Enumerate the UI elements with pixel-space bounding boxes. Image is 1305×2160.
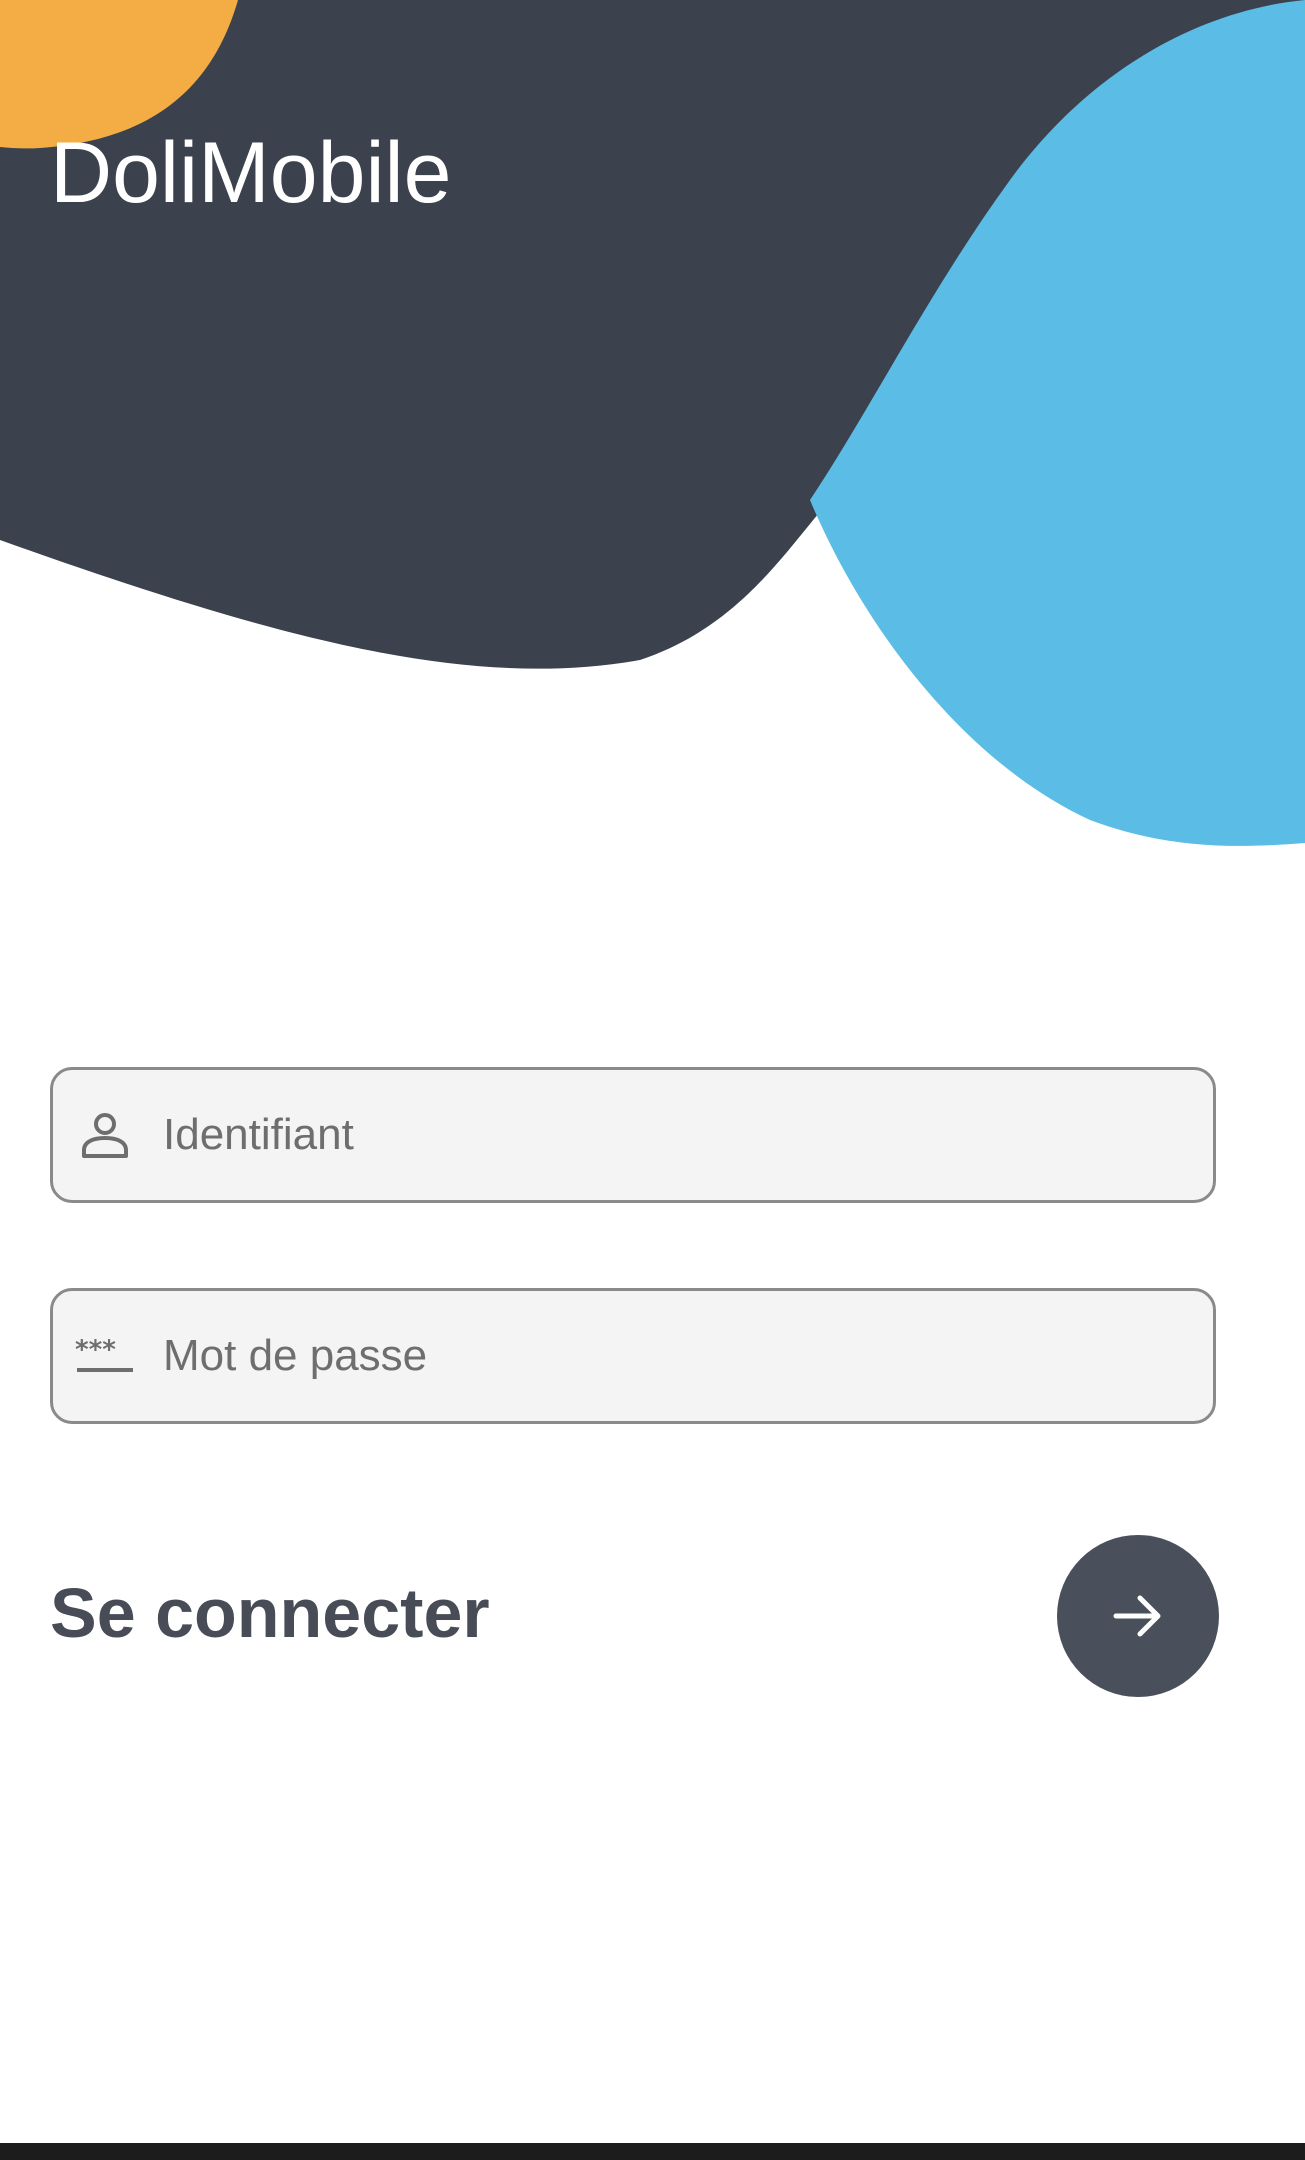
password-asterisks-icon: *** xyxy=(75,1326,135,1386)
username-field[interactable] xyxy=(50,1067,1216,1203)
username-input[interactable] xyxy=(163,1085,1163,1185)
password-field[interactable]: *** xyxy=(50,1288,1216,1424)
person-outline-icon xyxy=(75,1105,135,1165)
system-navigation-bar xyxy=(0,2143,1305,2160)
app-title: DoliMobile xyxy=(50,125,452,221)
svg-text:***: *** xyxy=(75,1336,116,1365)
login-submit-button[interactable] xyxy=(1057,1535,1219,1697)
arrow-right-icon xyxy=(1113,1595,1161,1637)
login-heading: Se connecter xyxy=(50,1574,490,1652)
login-screen: DoliMobile *** Se connecter xyxy=(0,0,1305,2160)
password-input[interactable] xyxy=(163,1306,1163,1406)
